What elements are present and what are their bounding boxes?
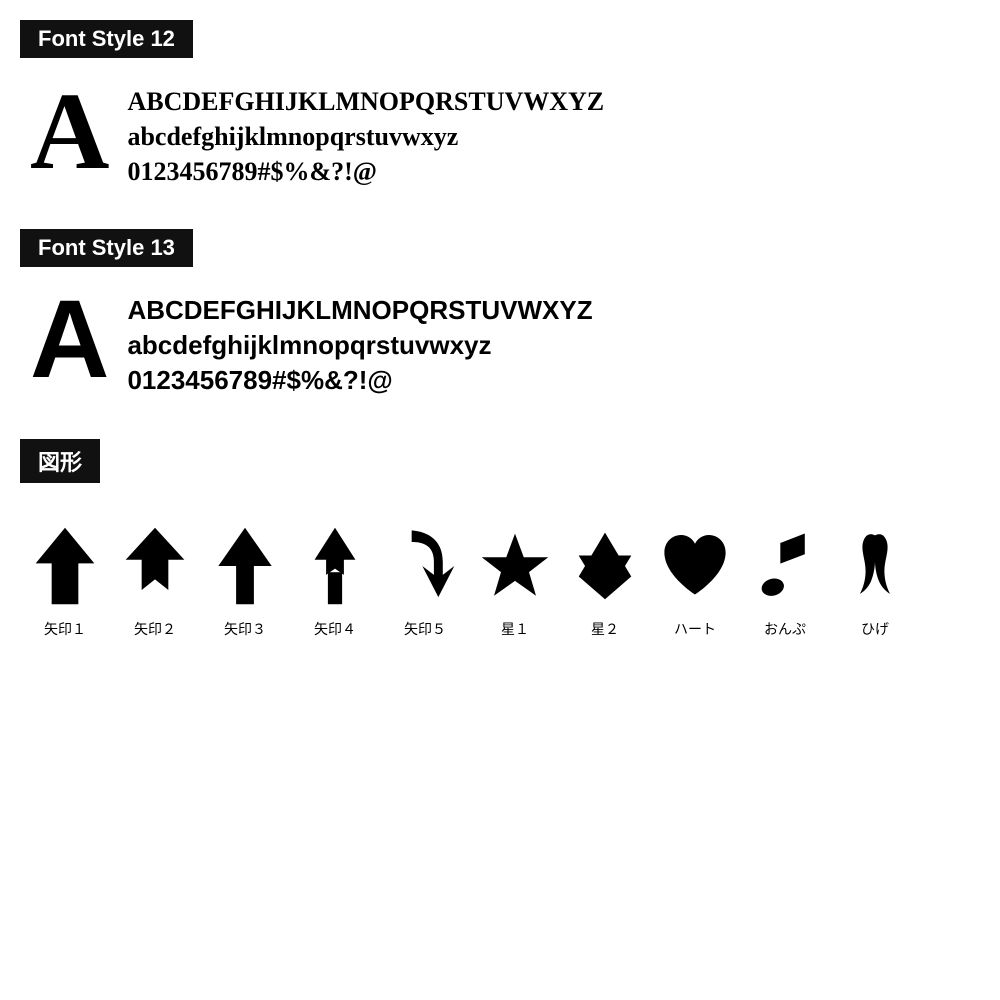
- font-13-char-lines: ABCDEFGHIJKLMNOPQRSTUVWXYZ abcdefghijklm…: [127, 285, 592, 398]
- font-12-uppercase: ABCDEFGHIJKLMNOPQRSTUVWXYZ: [127, 84, 604, 119]
- shapes-grid: 矢印１ 矢印２ 矢印３: [20, 501, 980, 639]
- shape-item-mustache: ひげ: [830, 521, 920, 639]
- shape-label-mustache: ひげ: [861, 619, 889, 639]
- shape-label-arrow1: 矢印１: [44, 619, 86, 639]
- shapes-label: 図形: [20, 439, 100, 483]
- arrow1-svg: [30, 526, 100, 606]
- font-12-numbers: 0123456789#$%&?!@: [127, 154, 604, 189]
- arrow3-svg: [210, 526, 280, 606]
- shape-label-note: おんぷ: [764, 619, 806, 639]
- shape-icon-arrow2: [120, 521, 190, 611]
- shape-item-arrow2: 矢印２: [110, 521, 200, 639]
- shape-item-arrow3: 矢印３: [200, 521, 290, 639]
- font-style-13-demo: A ABCDEFGHIJKLMNOPQRSTUVWXYZ abcdefghijk…: [20, 285, 980, 398]
- shape-icon-arrow3: [210, 521, 280, 611]
- shape-label-arrow4: 矢印４: [314, 619, 356, 639]
- font-style-12-demo: A ABCDEFGHIJKLMNOPQRSTUVWXYZ abcdefghijk…: [20, 76, 980, 189]
- shape-label-arrow3: 矢印３: [224, 619, 266, 639]
- font-style-12-label: Font Style 12: [20, 20, 193, 58]
- arrow5-svg: [390, 526, 460, 606]
- mustache-svg: [855, 526, 895, 606]
- font-13-numbers: 0123456789#$%&?!@: [127, 363, 592, 398]
- shapes-section: 図形 矢印１ 矢印２: [20, 439, 980, 639]
- font-12-big-letter: A: [30, 76, 109, 186]
- heart-svg: [660, 526, 730, 606]
- shape-item-arrow1: 矢印１: [20, 521, 110, 639]
- shape-icon-star2: [570, 521, 640, 611]
- star2-svg: [570, 526, 640, 606]
- font-style-13-section: Font Style 13 A ABCDEFGHIJKLMNOPQRSTUVWX…: [20, 229, 980, 398]
- shape-item-heart: ハート: [650, 521, 740, 639]
- shape-icon-arrow1: [30, 521, 100, 611]
- note-svg: [758, 526, 813, 606]
- page: Font Style 12 A ABCDEFGHIJKLMNOPQRSTUVWX…: [0, 0, 1000, 1000]
- shape-icon-note: [758, 521, 813, 611]
- arrow4-svg: [300, 526, 370, 606]
- shape-label-arrow2: 矢印２: [134, 619, 176, 639]
- shape-label-star2: 星２: [591, 619, 619, 639]
- shape-icon-arrow4: [300, 521, 370, 611]
- font-13-uppercase: ABCDEFGHIJKLMNOPQRSTUVWXYZ: [127, 293, 592, 328]
- shape-icon-arrow5: [390, 521, 460, 611]
- font-12-char-lines: ABCDEFGHIJKLMNOPQRSTUVWXYZ abcdefghijklm…: [127, 76, 604, 189]
- shape-label-arrow5: 矢印５: [404, 619, 446, 639]
- font-style-12-section: Font Style 12 A ABCDEFGHIJKLMNOPQRSTUVWX…: [20, 20, 980, 189]
- shape-item-star2: 星２: [560, 521, 650, 639]
- font-style-13-label: Font Style 13: [20, 229, 193, 267]
- shape-icon-mustache: [855, 521, 895, 611]
- shape-item-note: おんぷ: [740, 521, 830, 639]
- shape-item-arrow5: 矢印５: [380, 521, 470, 639]
- shape-item-star1: 星１: [470, 521, 560, 639]
- shape-label-star1: 星１: [501, 619, 529, 639]
- star1-svg: [480, 526, 550, 606]
- shape-label-heart: ハート: [674, 619, 716, 639]
- shape-icon-heart: [660, 521, 730, 611]
- font-12-lowercase: abcdefghijklmnopqrstuvwxyz: [127, 119, 604, 154]
- font-13-big-letter: A: [30, 285, 109, 395]
- font-13-lowercase: abcdefghijklmnopqrstuvwxyz: [127, 328, 592, 363]
- shape-item-arrow4: 矢印４: [290, 521, 380, 639]
- shape-icon-star1: [480, 521, 550, 611]
- arrow2-svg: [120, 526, 190, 606]
